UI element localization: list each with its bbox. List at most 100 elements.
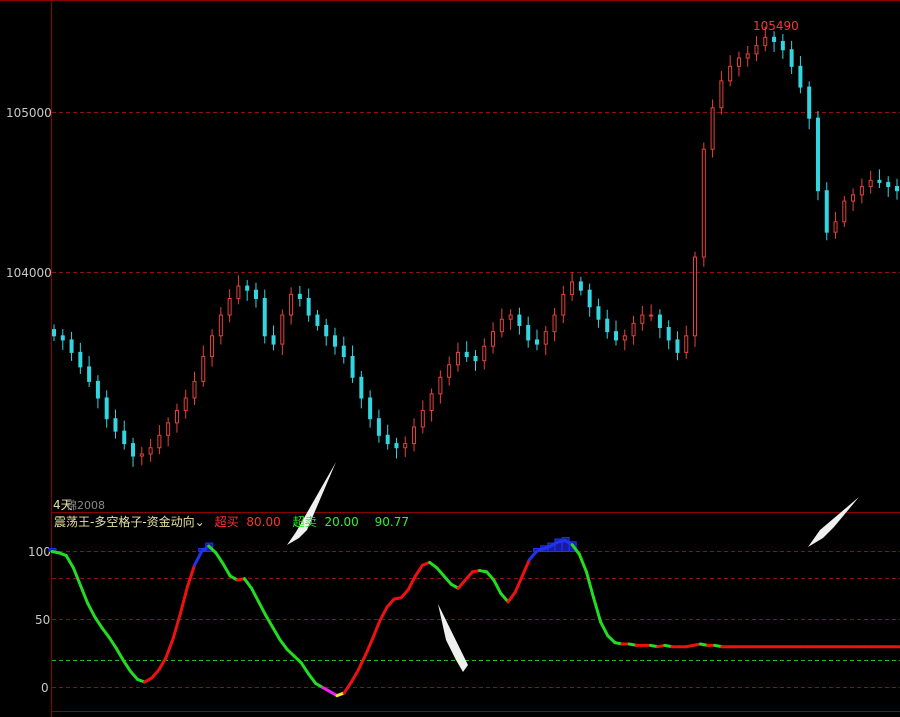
candle-body bbox=[271, 335, 276, 345]
osc-tick-0: 0 bbox=[41, 681, 49, 695]
candle-body bbox=[807, 86, 812, 119]
candle-body bbox=[578, 281, 583, 291]
candle-body bbox=[754, 45, 759, 55]
candle-body bbox=[218, 314, 223, 337]
chart-stage: 105000 104000 105490 100 50 0 bbox=[0, 0, 900, 717]
candle-body bbox=[570, 281, 575, 295]
candle-body bbox=[201, 356, 206, 382]
candle-body bbox=[174, 409, 179, 424]
candle-body bbox=[596, 306, 601, 320]
candle-body bbox=[359, 376, 364, 399]
candle-body bbox=[491, 331, 496, 347]
candle-body bbox=[886, 181, 891, 188]
oversold-label: 超卖 bbox=[292, 515, 317, 529]
candle-body bbox=[543, 331, 548, 345]
candle-body bbox=[60, 335, 65, 341]
candle-body bbox=[262, 297, 267, 337]
candle-body bbox=[763, 36, 768, 47]
candle-body bbox=[693, 256, 698, 337]
candle-body bbox=[341, 345, 346, 358]
candle-body bbox=[631, 322, 636, 337]
candle-body bbox=[122, 430, 127, 445]
candle-body bbox=[675, 339, 680, 353]
candle-body bbox=[350, 356, 355, 378]
oversold-value: 20.00 bbox=[324, 515, 359, 529]
candle-body bbox=[306, 297, 311, 316]
candle-body bbox=[148, 447, 153, 455]
osc-tick-50: 50 bbox=[35, 613, 50, 627]
candle-body bbox=[280, 314, 285, 345]
price-tick-104000: 104000 bbox=[6, 266, 52, 280]
candle-body bbox=[95, 380, 100, 399]
indicator-header: 震荡王-多空格子-资金动向⌄ 超买 80.00 超卖 20.00 90.77 bbox=[54, 513, 409, 530]
candle-body bbox=[877, 179, 882, 183]
candle-body bbox=[851, 194, 856, 202]
candle-body bbox=[728, 65, 733, 82]
candle-body bbox=[499, 318, 504, 333]
candle-body bbox=[534, 339, 539, 345]
candle-body bbox=[859, 186, 864, 196]
candle-body bbox=[139, 453, 144, 457]
candle-body bbox=[657, 314, 662, 329]
candle-body bbox=[780, 40, 785, 51]
candle-body bbox=[649, 314, 654, 317]
candle-body bbox=[482, 345, 487, 362]
candle-body bbox=[455, 351, 460, 366]
candle-body bbox=[464, 351, 469, 358]
candle-body bbox=[789, 49, 794, 67]
candle-body bbox=[447, 364, 452, 378]
candle-body bbox=[315, 314, 320, 326]
candle-body bbox=[701, 148, 706, 258]
candle-body bbox=[684, 335, 689, 353]
chevron-down-icon[interactable]: ⌄ bbox=[195, 515, 205, 529]
max-price-label: 105490 bbox=[753, 19, 799, 33]
candle-body bbox=[52, 329, 56, 337]
overbought-value: 80.00 bbox=[246, 515, 281, 529]
candle-body bbox=[473, 356, 478, 362]
overlay-label: 锦2008 bbox=[66, 499, 105, 512]
candle-body bbox=[710, 107, 715, 150]
candle-body bbox=[253, 289, 258, 299]
candle-body bbox=[69, 339, 74, 353]
candle-body bbox=[394, 443, 399, 449]
candle-body bbox=[895, 186, 899, 192]
candle-body bbox=[526, 324, 531, 341]
candle-body bbox=[719, 80, 724, 109]
candle-body bbox=[614, 331, 618, 341]
candle-body bbox=[227, 297, 232, 316]
candle-body bbox=[605, 318, 610, 333]
candle-body bbox=[192, 380, 197, 399]
candle-body bbox=[622, 335, 627, 341]
candle-body bbox=[798, 65, 803, 88]
candle-body bbox=[508, 314, 513, 320]
candle-body bbox=[412, 426, 417, 445]
osc-tick-100: 100 bbox=[28, 545, 51, 559]
candle-body bbox=[131, 443, 136, 457]
candle-body bbox=[640, 314, 645, 324]
candle-body bbox=[438, 376, 443, 395]
candle-body bbox=[297, 293, 302, 299]
candle-body bbox=[552, 314, 557, 333]
candle-body bbox=[587, 289, 592, 308]
indicator-title[interactable]: 震荡王-多空格子-资金动向 bbox=[54, 515, 195, 529]
current-value: 90.77 bbox=[374, 515, 409, 529]
candle-body bbox=[824, 190, 829, 233]
candle-body bbox=[104, 397, 109, 420]
candle-body bbox=[157, 434, 162, 449]
candle-body bbox=[289, 293, 294, 316]
candle-body bbox=[745, 53, 750, 59]
candle-body bbox=[236, 285, 241, 299]
candle-body bbox=[113, 418, 118, 432]
candle-body bbox=[429, 393, 434, 411]
candle-body bbox=[517, 314, 522, 326]
candle-body bbox=[420, 409, 425, 428]
candle-body bbox=[166, 422, 171, 436]
candle-body bbox=[368, 397, 373, 420]
candle-body bbox=[183, 397, 188, 411]
candle-body bbox=[561, 293, 566, 316]
overbought-label: 超买 bbox=[214, 515, 239, 529]
candle-body bbox=[87, 366, 92, 382]
candle-body bbox=[736, 57, 741, 67]
candle-body bbox=[868, 179, 873, 188]
price-tick-105000: 105000 bbox=[6, 106, 52, 120]
